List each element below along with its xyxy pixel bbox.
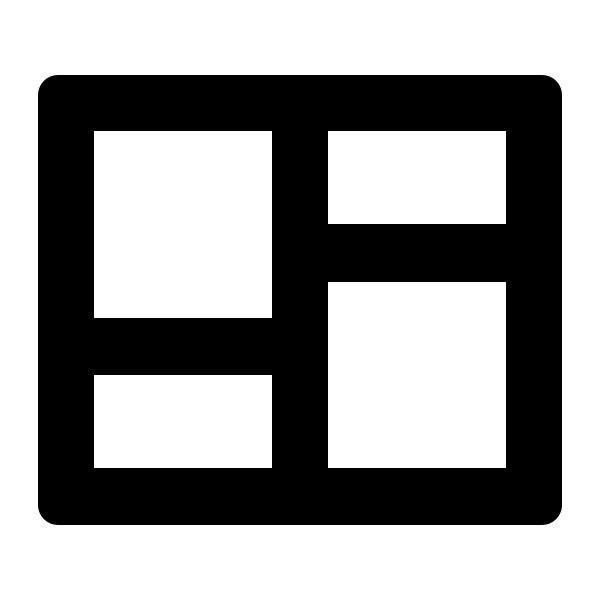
pane-top-left — [94, 131, 272, 318]
icon-canvas — [0, 0, 600, 600]
dashboard-layout-svg — [0, 0, 600, 600]
dashboard-layout-icon — [0, 0, 600, 600]
pane-bottom-right — [328, 282, 506, 468]
pane-top-right — [328, 131, 506, 224]
pane-bottom-left — [94, 375, 272, 468]
